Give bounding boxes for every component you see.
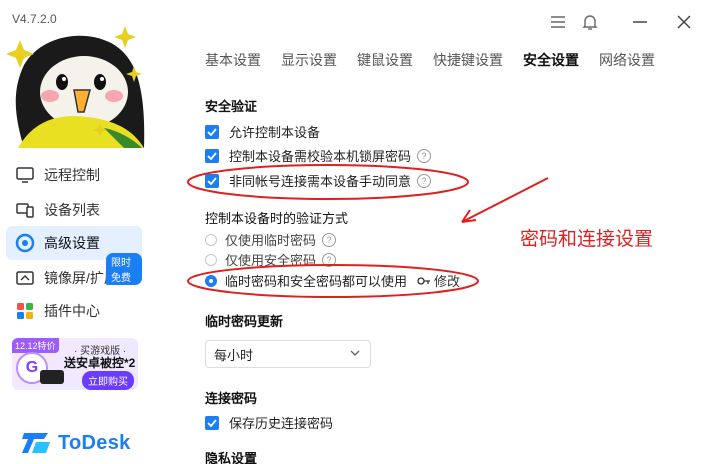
checkbox-label: 控制本设备需校验本机锁屏密码 [229,149,412,164]
section-title-connection-password: 连接密码 [205,391,258,406]
minimize-icon [633,21,647,23]
tab-network[interactable]: 网络设置 [599,50,655,70]
buy-now-button[interactable]: 立即购买 [82,371,134,390]
help-icon[interactable]: ? [322,252,337,267]
gamepad-icon [40,370,64,384]
logo-text: ToDesk [58,431,131,454]
tab-keyboard-mouse[interactable]: 键鼠设置 [357,50,413,70]
tab-basic[interactable]: 基本设置 [205,50,261,70]
promo-line-2: 送安卓被控*2 [64,356,136,370]
help-icon[interactable]: ? [417,148,432,163]
section-title-privacy: 隐私设置 [205,451,258,464]
checkbox-row[interactable]: 保存历史连接密码 [205,413,333,432]
sidebar-item-label: 插件中心 [44,303,100,319]
checkbox-label: 保存历史连接密码 [229,416,334,431]
radio-button[interactable] [205,233,217,246]
checkbox-label: 非同帐号连接需本设备手动同意 [229,174,412,189]
promo-tag: 12.12特价 [12,338,59,353]
modify-button[interactable]: 修改 [417,271,460,290]
select-value: 每小时 [214,347,254,363]
radio-row[interactable]: 仅使用临时密码 ? [205,230,337,249]
sidebar-item-label: 设备列表 [44,202,100,218]
minimize-button[interactable] [626,8,654,36]
radio-button-selected[interactable] [205,274,217,287]
radio-row[interactable]: 临时密码和安全密码都可以使用 修改 [205,271,460,290]
checkbox[interactable] [205,148,219,163]
radio-label: 临时密码和安全密码都可以使用 [225,274,408,289]
free-badge: 限时免费 [106,253,142,285]
checkbox-row[interactable]: 非同帐号连接需本设备手动同意 ? [205,171,432,190]
settings-tabs: 基本设置 显示设置 键鼠设置 快捷键设置 安全设置 网络设置 [205,50,675,70]
check-icon [207,418,217,427]
notification-button[interactable] [576,8,604,36]
checkbox[interactable] [205,173,219,188]
annotation-arrowhead [461,209,477,223]
checkbox-label: 允许控制本设备 [229,125,321,140]
sidebar-item-remote-control[interactable]: 远程控制 [6,158,142,192]
check-icon [207,176,217,185]
tab-shortcuts[interactable]: 快捷键设置 [433,50,503,70]
devices-icon [14,199,36,221]
radio-label: 仅使用安全密码 [225,253,317,268]
plugins-icon [14,300,36,322]
promo-banner[interactable]: 12.12特价 G · 买游戏版 · 送安卓被控*2 立即购买 [12,338,138,390]
sidebar-item-label: 远程控制 [44,167,100,183]
close-icon [677,15,691,29]
radio-button[interactable] [205,253,217,266]
annotation-text: 密码和连接设置 [520,229,654,250]
sidebar-item-plugin-center[interactable]: 插件中心 [6,294,142,328]
sidebar-item-label: 高级设置 [44,235,100,251]
checkbox[interactable] [205,415,219,430]
menu-icon [551,16,565,28]
mascot-illustration [6,26,145,148]
todesk-logo-icon [22,433,50,453]
bell-icon [582,15,598,30]
close-button[interactable] [670,8,698,36]
check-icon [207,127,217,136]
help-icon[interactable]: ? [322,232,337,247]
radio-label: 仅使用临时密码 [225,233,317,248]
section-title-verification: 控制本设备时的验证方式 [205,211,349,226]
check-icon [207,151,217,160]
mirror-screen-icon [14,267,36,289]
checkbox[interactable] [205,124,219,139]
sidebar-item-device-list[interactable]: 设备列表 [6,193,142,227]
tab-display[interactable]: 显示设置 [281,50,337,70]
sidebar-item-mirror-screen[interactable]: 镜像屏/扩展屏 限时免费 [6,253,142,295]
temp-password-update-select[interactable]: 每小时 [205,340,371,368]
help-icon[interactable]: ? [417,173,432,188]
checkbox-row[interactable]: 允许控制本设备 [205,122,320,141]
chevron-down-icon [350,350,360,356]
menu-button[interactable] [544,8,572,36]
gear-icon [14,232,36,254]
section-title-temp-password: 临时密码更新 [205,314,284,329]
annotation-arrow [461,177,549,223]
monitor-icon [14,164,36,186]
key-icon [417,276,431,285]
tab-security[interactable]: 安全设置 [523,50,579,70]
modify-label: 修改 [434,274,461,289]
radio-row[interactable]: 仅使用安全密码 ? [205,250,337,269]
checkbox-row[interactable]: 控制本设备需校验本机锁屏密码 ? [205,146,432,165]
app-logo: ToDesk [22,430,131,456]
section-title-security: 安全验证 [205,99,258,114]
